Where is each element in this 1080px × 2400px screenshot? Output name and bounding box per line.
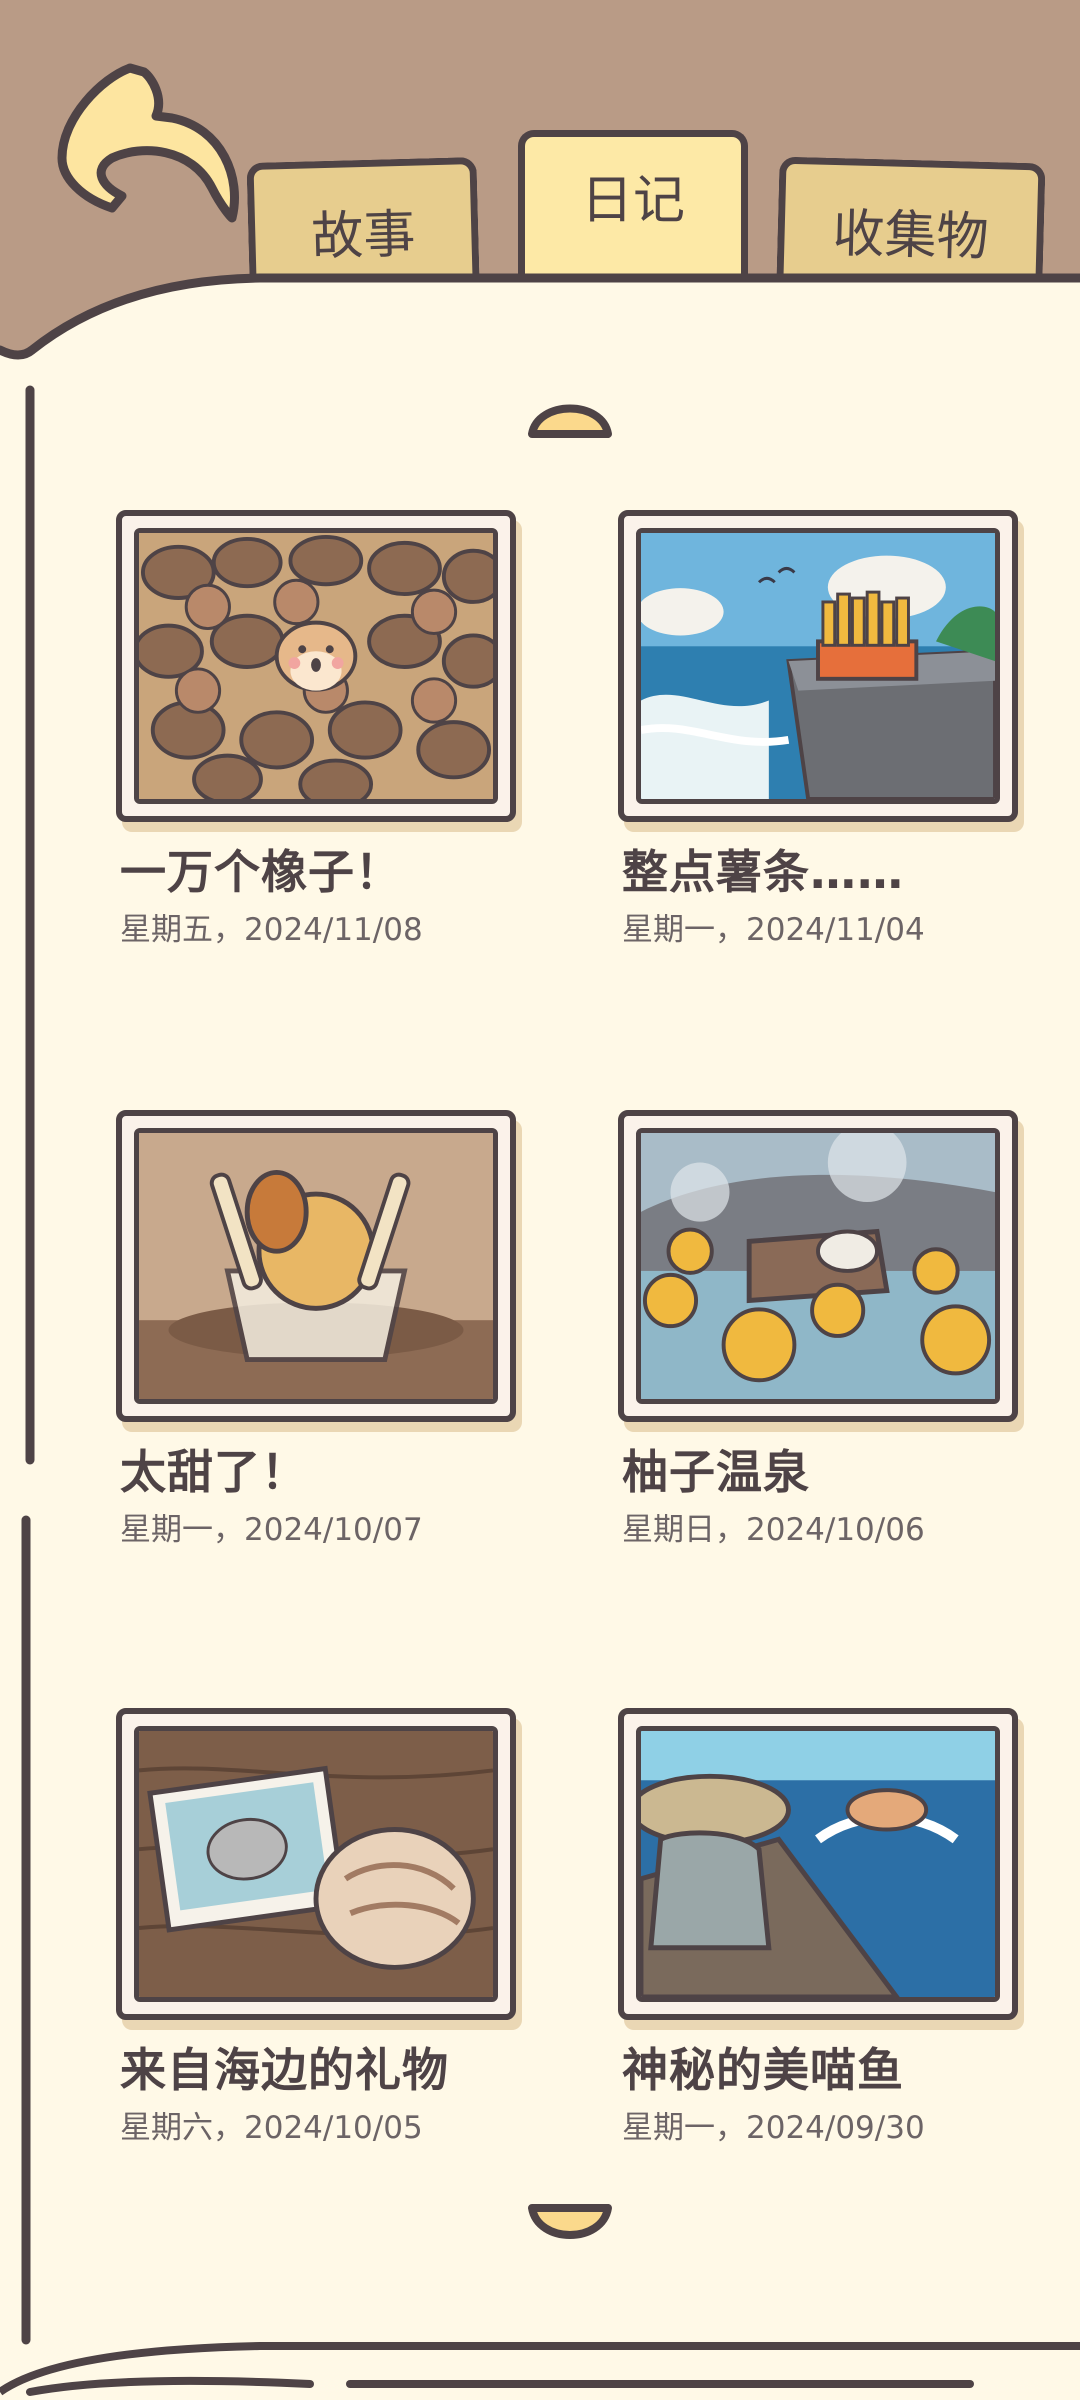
diary-screen: 故事 收集物 日记 一万个橡子！ 星期五，2024/11/08 整点薯条…… 星…	[0, 0, 1080, 2400]
entry-title: 一万个橡子！	[120, 845, 402, 899]
fries-cliff-image	[636, 528, 1000, 804]
entry-title: 来自海边的礼物	[120, 2043, 449, 2097]
entry-date: 星期一，2024/11/04	[622, 912, 925, 948]
yuzu-hot-spring-image	[636, 1128, 1000, 1404]
entry-photo	[116, 1708, 516, 2020]
entry-title: 柚子温泉	[622, 1445, 810, 1499]
acorn-pile-image	[134, 528, 498, 804]
entry-date: 星期六，2024/10/05	[120, 2110, 423, 2146]
fishing-boat-image	[636, 1726, 1000, 2002]
entry-photo	[618, 1708, 1018, 2020]
entry-date: 星期一，2024/09/30	[622, 2110, 925, 2146]
diary-entry[interactable]: 来自海边的礼物 星期六，2024/10/05	[116, 1708, 531, 2147]
entry-title: 神秘的美喵鱼	[622, 2043, 904, 2097]
entry-photo	[116, 1110, 516, 1422]
chevron-down-icon[interactable]	[524, 2200, 616, 2252]
diary-entry[interactable]: 太甜了！ 星期一，2024/10/07	[116, 1110, 531, 1549]
entry-photo	[618, 1110, 1018, 1422]
entry-date: 星期五，2024/11/08	[120, 912, 423, 948]
diary-entry[interactable]: 整点薯条…… 星期一，2024/11/04	[618, 510, 1033, 949]
entry-title: 太甜了！	[120, 1445, 308, 1499]
entry-date: 星期一，2024/10/07	[120, 1512, 423, 1548]
chevron-up-icon[interactable]	[524, 390, 616, 442]
diary-entry[interactable]: 柚子温泉 星期日，2024/10/06	[618, 1110, 1033, 1549]
back-arrow-icon[interactable]	[52, 58, 242, 228]
entry-photo	[116, 510, 516, 822]
seashell-photo-image	[134, 1726, 498, 2002]
entry-date: 星期日，2024/10/06	[622, 1512, 925, 1548]
entry-title: 整点薯条……	[622, 845, 904, 899]
diary-entry[interactable]: 神秘的美喵鱼 星期一，2024/09/30	[618, 1708, 1033, 2147]
entry-photo	[618, 510, 1018, 822]
ice-cream-image	[134, 1128, 498, 1404]
diary-entry[interactable]: 一万个橡子！ 星期五，2024/11/08	[116, 510, 531, 949]
